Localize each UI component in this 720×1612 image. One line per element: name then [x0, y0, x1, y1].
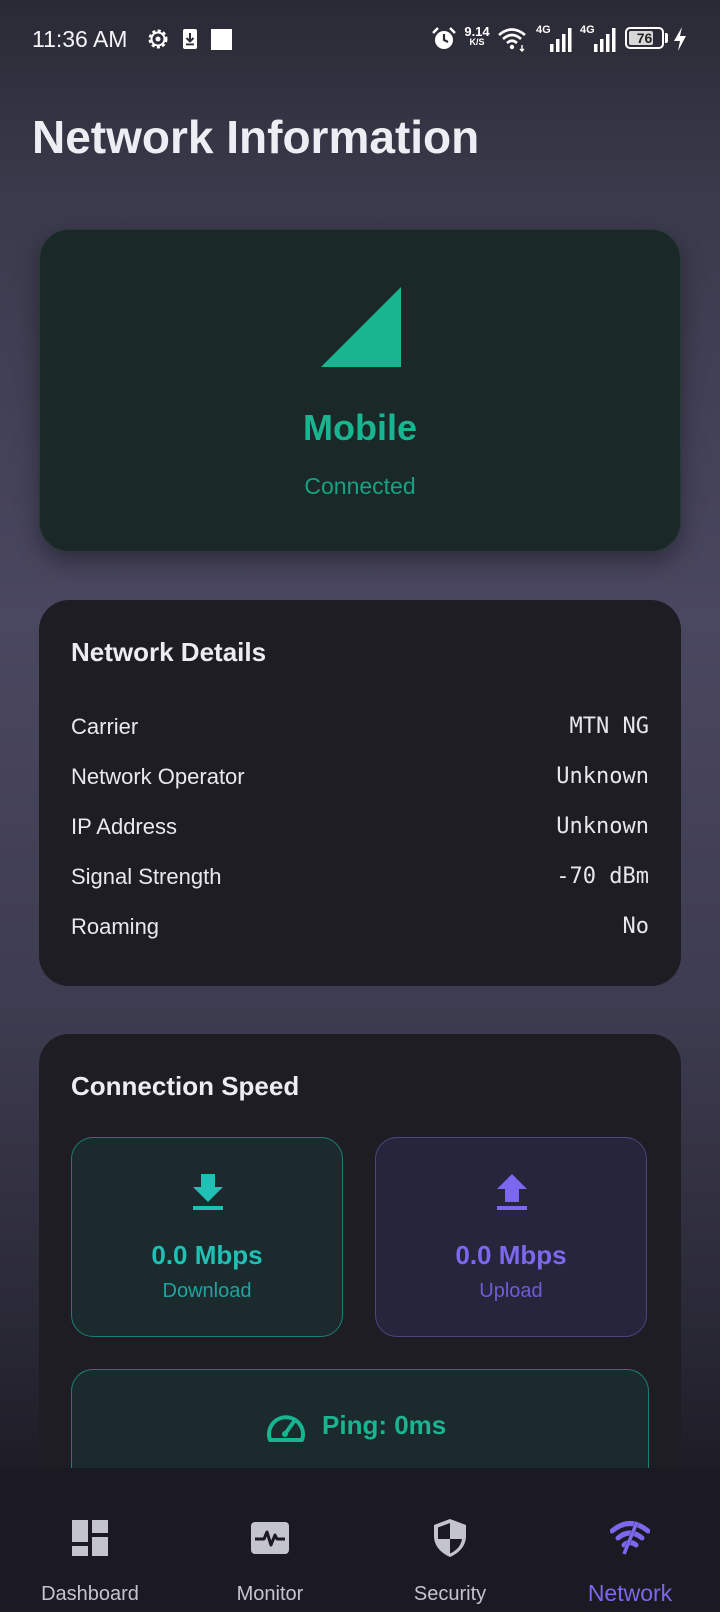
detail-label: Roaming [71, 914, 160, 939]
detail-value: No [622, 914, 650, 939]
notification-square-icon [211, 29, 232, 50]
detail-row-signal-strength: Signal Strength -70 dBm [71, 864, 649, 896]
cellular-signal-icon [321, 287, 401, 367]
battery-level: 76 [636, 30, 653, 46]
download-speed-value: 0.0 Mbps [151, 1240, 263, 1270]
download-label: Download [162, 1280, 252, 1302]
connection-speed-title: Connection Speed [71, 1071, 300, 1101]
download-icon [193, 1174, 223, 1210]
network-details-title: Network Details [71, 637, 267, 667]
detail-label: Network Operator [71, 764, 245, 789]
status-time: 11:36 AM [32, 26, 128, 52]
security-shield-icon [434, 1519, 466, 1557]
sim2-signal-icon: 4G [580, 24, 616, 52]
download-speed-box: 0.0 Mbps Download [71, 1137, 343, 1337]
network-speed-indicator: 9.14 K/S [462, 25, 492, 47]
monitor-icon [251, 1522, 289, 1554]
detail-label: Carrier [71, 714, 139, 739]
dashboard-icon [72, 1520, 108, 1556]
detail-row-network-operator: Network Operator Unknown [71, 764, 649, 796]
sim2-network-type: 4G [580, 24, 595, 36]
nav-label-dashboard: Dashboard [41, 1583, 139, 1605]
nav-label-security: Security [413, 1583, 487, 1605]
nav-item-monitor[interactable]: Monitor [180, 1468, 360, 1612]
nav-label-network: Network [587, 1580, 673, 1606]
detail-value: Unknown [556, 814, 649, 839]
upload-speed-box: 0.0 Mbps Upload [375, 1137, 647, 1337]
upload-label: Upload [479, 1280, 543, 1302]
status-bar: 11:36 AM 9.14 K/S 4G 4G 76 [0, 0, 720, 80]
network-speed-unit: K/S [469, 37, 485, 47]
detail-row-ip-address: IP Address Unknown [71, 814, 649, 846]
connection-status: Connected [304, 473, 416, 499]
detail-row-roaming: Roaming No [71, 914, 649, 946]
bottom-navigation: Dashboard Monitor Security Network [0, 1468, 720, 1612]
nav-label-monitor: Monitor [236, 1583, 304, 1605]
detail-value: -70 dBm [556, 864, 649, 889]
detail-row-carrier: Carrier MTN NG [71, 714, 649, 746]
sim1-signal-icon: 4G [536, 24, 572, 52]
page-title: Network Information [32, 111, 480, 163]
connection-speed-card: Connection Speed 0.0 Mbps Download 0.0 M… [39, 1034, 681, 1489]
nav-item-dashboard[interactable]: Dashboard [0, 1468, 180, 1612]
detail-label: IP Address [71, 814, 177, 839]
network-details-card: Network Details Carrier MTN NG Network O… [39, 600, 681, 986]
wifi-icon [498, 28, 526, 52]
sim1-network-type: 4G [536, 24, 551, 36]
connection-status-card: Mobile Connected [39, 229, 681, 552]
speedometer-icon [267, 1415, 305, 1442]
network-wifi-icon [610, 1521, 650, 1555]
connection-type: Mobile [303, 407, 417, 448]
detail-label: Signal Strength [71, 864, 222, 889]
battery-icon: 76 [625, 27, 664, 49]
detail-value: Unknown [556, 764, 649, 789]
nav-item-security[interactable]: Security [360, 1468, 540, 1612]
upload-icon [497, 1174, 527, 1210]
nav-item-network[interactable]: Network [540, 1468, 720, 1612]
settings-icon [148, 29, 168, 49]
upload-speed-value: 0.0 Mbps [455, 1240, 567, 1270]
battery-nub [665, 33, 668, 43]
download-notification-icon [183, 29, 197, 49]
charging-icon [674, 27, 686, 51]
detail-value: MTN NG [569, 714, 649, 739]
alarm-icon [432, 27, 456, 49]
ping-value: Ping: 0ms [322, 1410, 447, 1440]
